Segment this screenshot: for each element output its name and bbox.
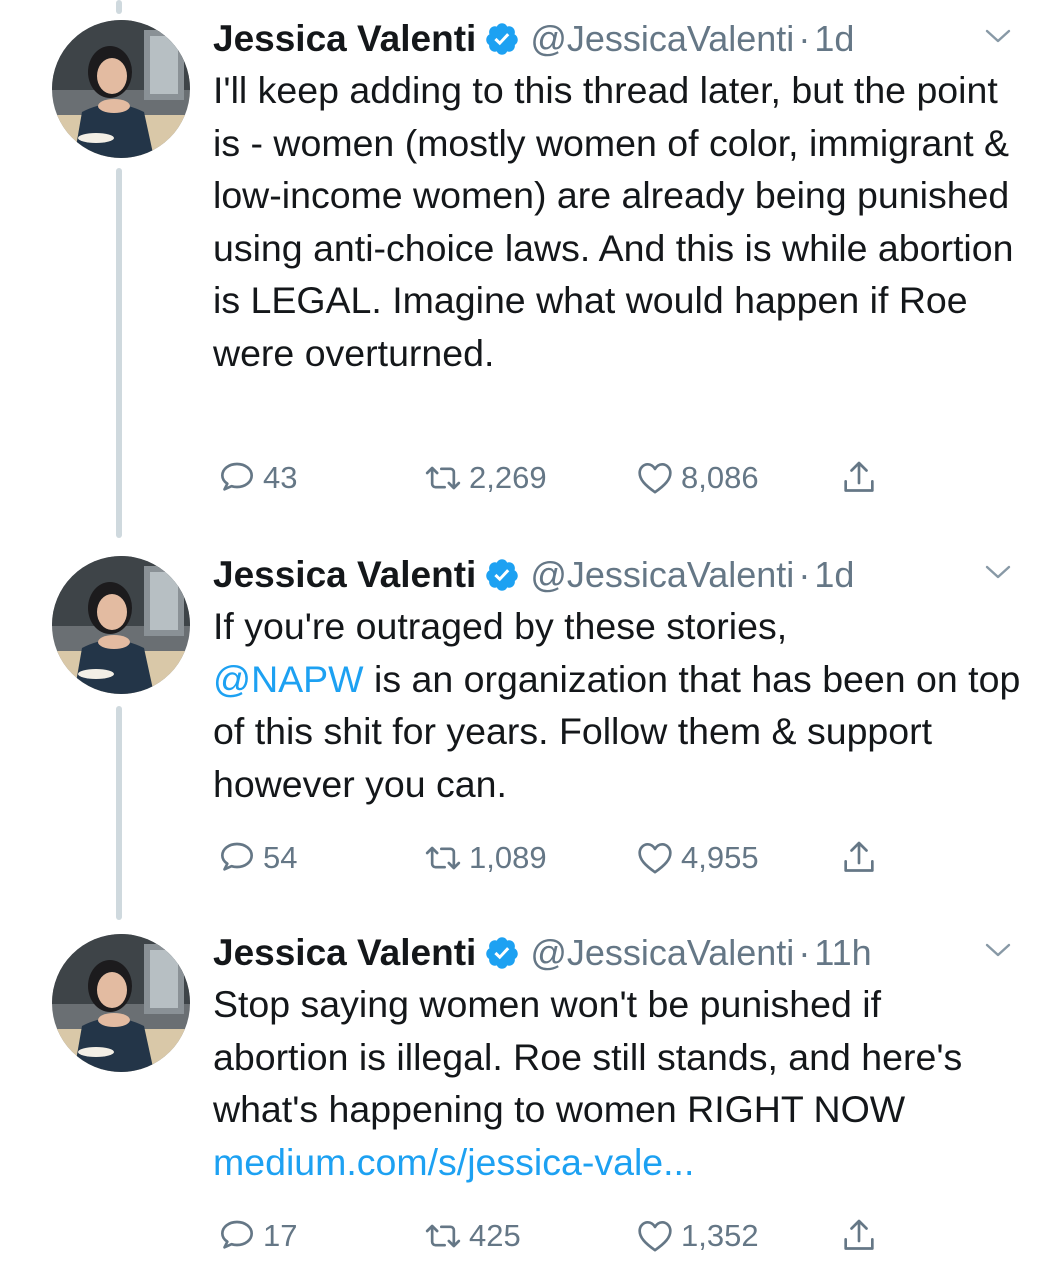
display-name[interactable]: Jessica Valenti xyxy=(213,554,476,596)
heart-icon xyxy=(638,843,672,874)
like-button[interactable]: 1,352 xyxy=(635,1214,759,1258)
retweet-count: 1,089 xyxy=(469,840,547,875)
tweet-text: If you're outraged by these stories, @NA… xyxy=(213,600,1023,810)
heart-icon xyxy=(638,1221,672,1252)
like-button[interactable]: 8,086 xyxy=(635,456,759,500)
reply-icon xyxy=(221,1220,254,1249)
tweet-header: Jessica Valenti @JessicaValenti · 1d xyxy=(213,550,1013,600)
reply-icon xyxy=(221,462,254,491)
profile-photo xyxy=(52,556,190,694)
mention-link[interactable]: @NAPW xyxy=(213,658,364,700)
tweet-thread: Jessica Valenti @JessicaValenti · 1d I'l… xyxy=(0,0,1060,1280)
like-button[interactable]: 4,955 xyxy=(635,836,759,880)
retweet-button[interactable]: 1,089 xyxy=(423,836,547,880)
url-link[interactable]: medium.com/s/jessica-vale... xyxy=(213,1141,694,1183)
reply-count: 43 xyxy=(263,460,298,495)
reply-count: 54 xyxy=(263,840,298,875)
share-icon xyxy=(844,461,874,492)
heart-icon xyxy=(638,463,672,494)
tweet[interactable]: Jessica Valenti @JessicaValenti · 1d If … xyxy=(0,550,1060,890)
chevron-down-icon[interactable] xyxy=(983,560,1013,584)
retweet-count: 425 xyxy=(469,1218,521,1253)
separator-dot: · xyxy=(798,18,811,59)
tweet-text: Stop saying women won't be punished if a… xyxy=(213,978,1023,1188)
profile-photo xyxy=(52,20,190,158)
share-icon xyxy=(844,1219,874,1250)
avatar[interactable] xyxy=(52,934,190,1072)
tweet-header: Jessica Valenti @JessicaValenti · 1d xyxy=(213,14,1013,64)
display-name[interactable]: Jessica Valenti xyxy=(213,18,476,60)
username-handle[interactable]: @JessicaValenti xyxy=(530,18,794,60)
timestamp[interactable]: 1d xyxy=(814,554,854,596)
chevron-down-icon[interactable] xyxy=(983,24,1013,48)
share-icon xyxy=(844,841,874,872)
reply-button[interactable]: 17 xyxy=(217,1214,297,1258)
username-handle[interactable]: @JessicaValenti xyxy=(530,554,794,596)
timestamp[interactable]: 11h xyxy=(814,932,871,974)
timestamp[interactable]: 1d xyxy=(814,18,854,60)
separator-dot: · xyxy=(798,554,811,595)
reply-button[interactable]: 43 xyxy=(217,456,297,500)
profile-photo xyxy=(52,934,190,1072)
tweet-header: Jessica Valenti @JessicaValenti · 11h xyxy=(213,928,1013,978)
retweet-icon xyxy=(425,846,461,870)
tweet-actions: 17 425 1,352 xyxy=(213,1214,933,1258)
tweet[interactable]: Jessica Valenti @JessicaValenti · 11h St… xyxy=(0,928,1060,1268)
verified-badge-icon xyxy=(484,557,520,593)
username-handle[interactable]: @JessicaValenti xyxy=(530,932,794,974)
thread-connector xyxy=(116,0,122,14)
reply-button[interactable]: 54 xyxy=(217,836,297,880)
reply-icon xyxy=(221,842,254,871)
like-count: 8,086 xyxy=(681,460,759,495)
share-button[interactable] xyxy=(839,456,879,500)
chevron-down-icon[interactable] xyxy=(983,938,1013,962)
retweet-icon xyxy=(425,466,461,490)
separator-dot: · xyxy=(798,932,811,973)
retweet-button[interactable]: 425 xyxy=(423,1214,521,1258)
tweet-text: I'll keep adding to this thread later, b… xyxy=(213,69,1014,374)
share-button[interactable] xyxy=(839,836,879,880)
reply-count: 17 xyxy=(263,1218,298,1253)
tweet[interactable]: Jessica Valenti @JessicaValenti · 1d I'l… xyxy=(0,14,1060,514)
retweet-button[interactable]: 2,269 xyxy=(423,456,547,500)
like-count: 1,352 xyxy=(681,1218,759,1253)
avatar[interactable] xyxy=(52,20,190,158)
like-count: 4,955 xyxy=(681,840,759,875)
tweet-text-part: Stop saying women won't be punished if a… xyxy=(213,983,963,1130)
tweet-actions: 43 2,269 8,086 xyxy=(213,456,933,500)
verified-badge-icon xyxy=(484,21,520,57)
verified-badge-icon xyxy=(484,935,520,971)
avatar[interactable] xyxy=(52,556,190,694)
tweet-actions: 54 1,089 4,955 xyxy=(213,836,933,880)
share-button[interactable] xyxy=(839,1214,879,1258)
retweet-count: 2,269 xyxy=(469,460,547,495)
display-name[interactable]: Jessica Valenti xyxy=(213,932,476,974)
retweet-icon xyxy=(425,1224,461,1248)
tweet-text-part: If you're outraged by these stories, xyxy=(213,605,788,647)
